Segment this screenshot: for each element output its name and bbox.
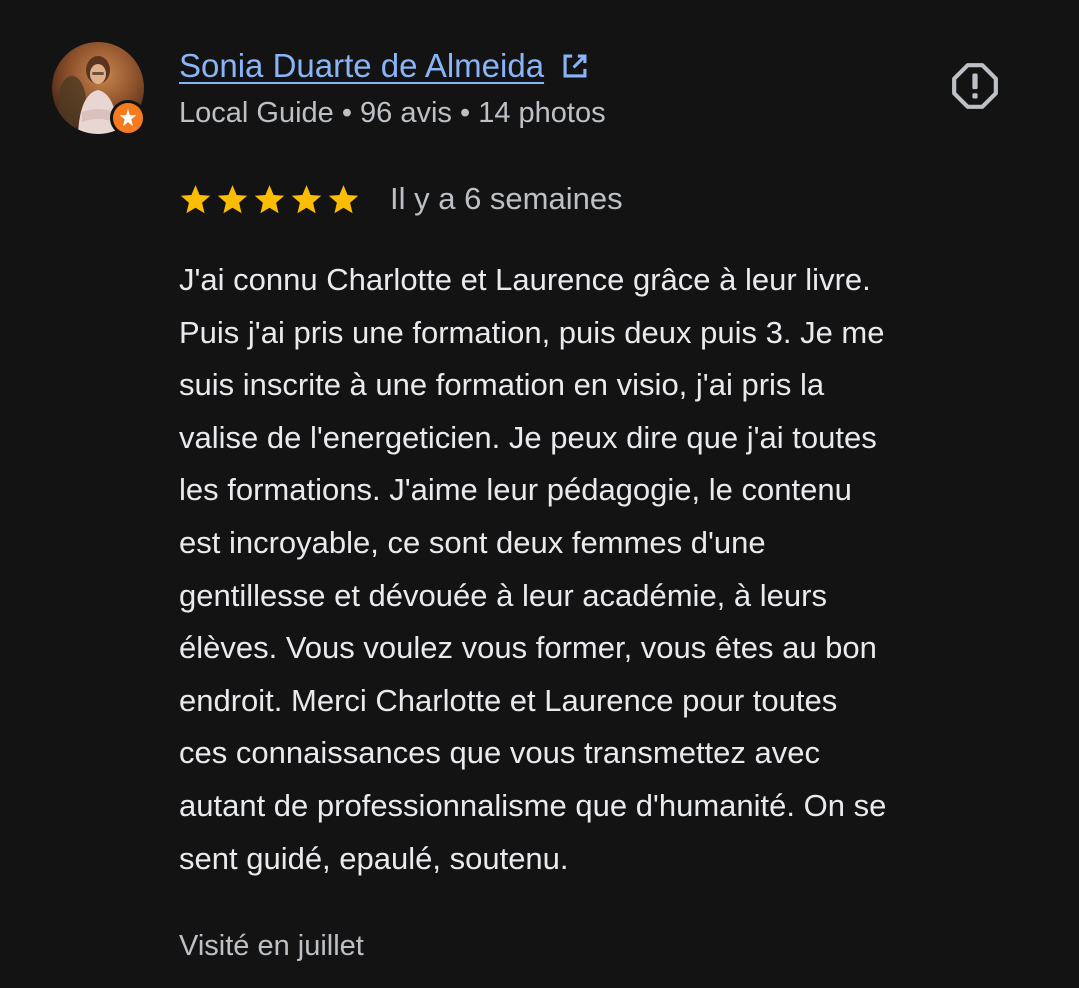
report-button[interactable] — [949, 60, 1001, 112]
open-in-new-icon[interactable] — [558, 49, 592, 83]
report-icon — [952, 63, 998, 109]
star-icon — [216, 183, 249, 216]
star-icon — [179, 183, 212, 216]
review-date: Il y a 6 semaines — [390, 181, 623, 216]
star-icon — [253, 183, 286, 216]
star-rating — [179, 183, 360, 216]
visit-info: Visité en juillet — [179, 930, 364, 962]
reviewer-name-link[interactable]: Sonia Duarte de Almeida — [179, 47, 544, 85]
local-guide-badge — [110, 100, 146, 136]
review-text: J'ai connu Charlotte et Laurence grâce à… — [179, 262, 887, 876]
reviewer-meta: Local Guide • 96 avis • 14 photos — [179, 97, 606, 129]
reviewer-name-row: Sonia Duarte de Almeida — [179, 47, 592, 85]
reviewer-avatar[interactable] — [52, 42, 148, 138]
local-guide-star-icon — [119, 108, 137, 127]
rating-row: Il y a 6 semaines — [179, 181, 623, 217]
star-icon — [327, 183, 360, 216]
star-icon — [290, 183, 323, 216]
